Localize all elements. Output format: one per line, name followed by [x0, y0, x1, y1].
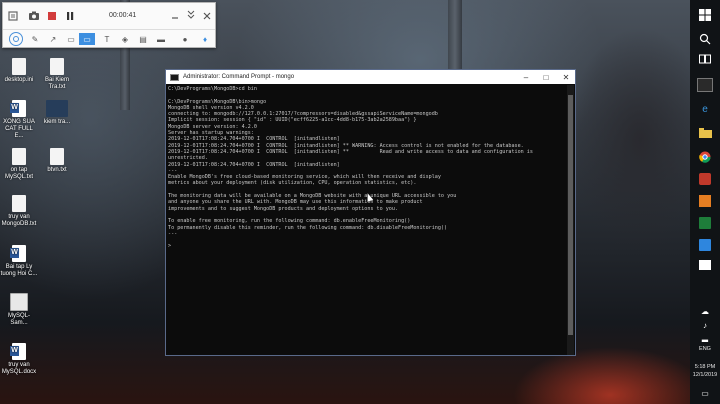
window-title: Administrator: Command Prompt - mongo	[183, 74, 295, 80]
screen-recorder-toolbar: 00:00:41 ✎ ↗ ▭ ▭ T ◈ ▤ ▬ ● ♦	[2, 2, 216, 48]
console-output[interactable]: C:\DevPrograms\MongoDB>cd bin C:\DevProg…	[168, 86, 566, 354]
recorder-menu-icon[interactable]	[7, 10, 19, 22]
taskbar: e ☁ ♪ ▂ ENG 5:18 PM 12/1/2019 ▭	[690, 0, 720, 404]
arrow-icon[interactable]: ↗	[47, 33, 59, 45]
taskbar-app-active-icon[interactable]	[697, 258, 713, 272]
onedrive-icon[interactable]: ☁	[697, 304, 713, 318]
edge-icon[interactable]: e	[697, 102, 713, 116]
command-prompt-window: Administrator: Command Prompt - mongo – …	[165, 69, 576, 356]
recording-timer: 00:00:41	[109, 12, 137, 19]
windows-start-icon[interactable]	[697, 8, 713, 22]
language-indicator[interactable]: ENG	[690, 346, 720, 352]
desktop-icon[interactable]: truy van MySQL.docx	[0, 343, 38, 376]
scrollbar-thumb[interactable]	[568, 95, 573, 335]
desktop-icon-label: Bai Kiem Tra.txt	[44, 77, 69, 90]
pause-icon[interactable]	[63, 10, 77, 22]
window-maximize-button[interactable]: □	[536, 70, 556, 84]
settings-icon[interactable]: ▬	[155, 33, 167, 45]
desktop-icon[interactable]: desktop.ini	[0, 58, 38, 84]
collapse-icon[interactable]	[185, 8, 197, 22]
pen-icon[interactable]: ✎	[29, 33, 41, 45]
text-file-icon	[12, 148, 26, 165]
close-icon[interactable]	[201, 10, 213, 22]
desktop-icon-label: MySQL-Sam...	[7, 313, 30, 326]
minimize-icon[interactable]	[169, 10, 181, 22]
camera-icon[interactable]	[27, 10, 41, 22]
desktop-icon[interactable]: Bai tap Ly tuong Hoi C...	[0, 245, 38, 278]
window-title-bar[interactable]: Administrator: Command Prompt - mongo – …	[166, 70, 575, 84]
window-close-button[interactable]: ✕	[556, 70, 576, 84]
cursor-tool-icon[interactable]	[9, 32, 23, 46]
eraser-icon[interactable]: ◈	[119, 33, 131, 45]
desktop-icon[interactable]: Bai Kiem Tra.txt	[38, 58, 76, 91]
blur-icon[interactable]: ▤	[137, 33, 149, 45]
text-file-icon	[12, 58, 26, 75]
console-line: >	[168, 243, 172, 250]
highlighter-icon[interactable]: ▭	[79, 33, 95, 45]
webcam-icon[interactable]: ●	[179, 33, 191, 45]
desktop-icon-label: truy van MySQL.docx	[1, 362, 37, 375]
taskbar-app-cmd-icon[interactable]	[697, 78, 713, 92]
clock-time[interactable]: 5:18 PM	[690, 364, 720, 370]
search-icon[interactable]	[697, 32, 713, 46]
notifications-icon[interactable]: ▭	[697, 386, 713, 400]
desktop-icon-label: Bai tap Ly tuong Hoi C...	[0, 264, 38, 277]
app-icon-orange[interactable]	[697, 194, 713, 208]
desktop-icon-label: kiem tra...	[43, 119, 71, 125]
console-line: 2019-12-01T17:08:24.704+0700 I CONTROL […	[168, 148, 533, 155]
rectangle-icon[interactable]: ▭	[65, 33, 77, 45]
sql-file-icon	[10, 293, 28, 311]
mic-icon[interactable]: ♦	[199, 33, 211, 45]
desktop-icon-label: desktop.ini	[4, 77, 34, 83]
file-explorer-icon[interactable]	[697, 126, 713, 140]
desktop-icon[interactable]: kiem tra...	[38, 100, 76, 126]
desktop-icon-label: truy van MongoDB.txt	[1, 214, 37, 227]
app-icon-red[interactable]	[697, 172, 713, 186]
desktop-icon-label: XONG SUA CAT FULL E...	[3, 119, 35, 139]
text-file-icon	[50, 58, 64, 75]
text-file-icon	[50, 148, 64, 165]
window-minimize-button[interactable]: –	[516, 70, 536, 84]
word-document-icon	[10, 245, 26, 262]
cmd-app-icon	[170, 73, 179, 81]
desktop-icon[interactable]: on tap MySQL.txt	[0, 148, 38, 181]
text-file-icon	[12, 195, 26, 212]
desktop-icon-label: btvn.txt	[47, 167, 67, 173]
desktop-icon-label: on tap MySQL.txt	[4, 167, 33, 180]
desktop-icon[interactable]: truy van MongoDB.txt	[0, 195, 38, 228]
console-scrollbar[interactable]	[567, 85, 574, 355]
desktop-icon[interactable]: XONG SUA CAT FULL E...	[0, 100, 38, 140]
stop-icon[interactable]	[45, 10, 59, 22]
image-thumbnail-icon	[46, 100, 68, 117]
clock-date[interactable]: 12/1/2019	[690, 372, 720, 378]
word-document-icon	[10, 100, 26, 117]
app-icon-green[interactable]	[697, 216, 713, 230]
task-view-icon[interactable]	[697, 52, 713, 66]
text-icon[interactable]: T	[101, 33, 113, 45]
app-icon-blue[interactable]	[697, 238, 713, 252]
word-document-icon	[10, 343, 26, 360]
desktop-icon[interactable]: MySQL-Sam...	[0, 293, 38, 327]
chrome-icon[interactable]	[697, 150, 713, 164]
network-icon[interactable]: ▂	[697, 330, 713, 344]
desktop-icon[interactable]: btvn.txt	[38, 148, 76, 174]
